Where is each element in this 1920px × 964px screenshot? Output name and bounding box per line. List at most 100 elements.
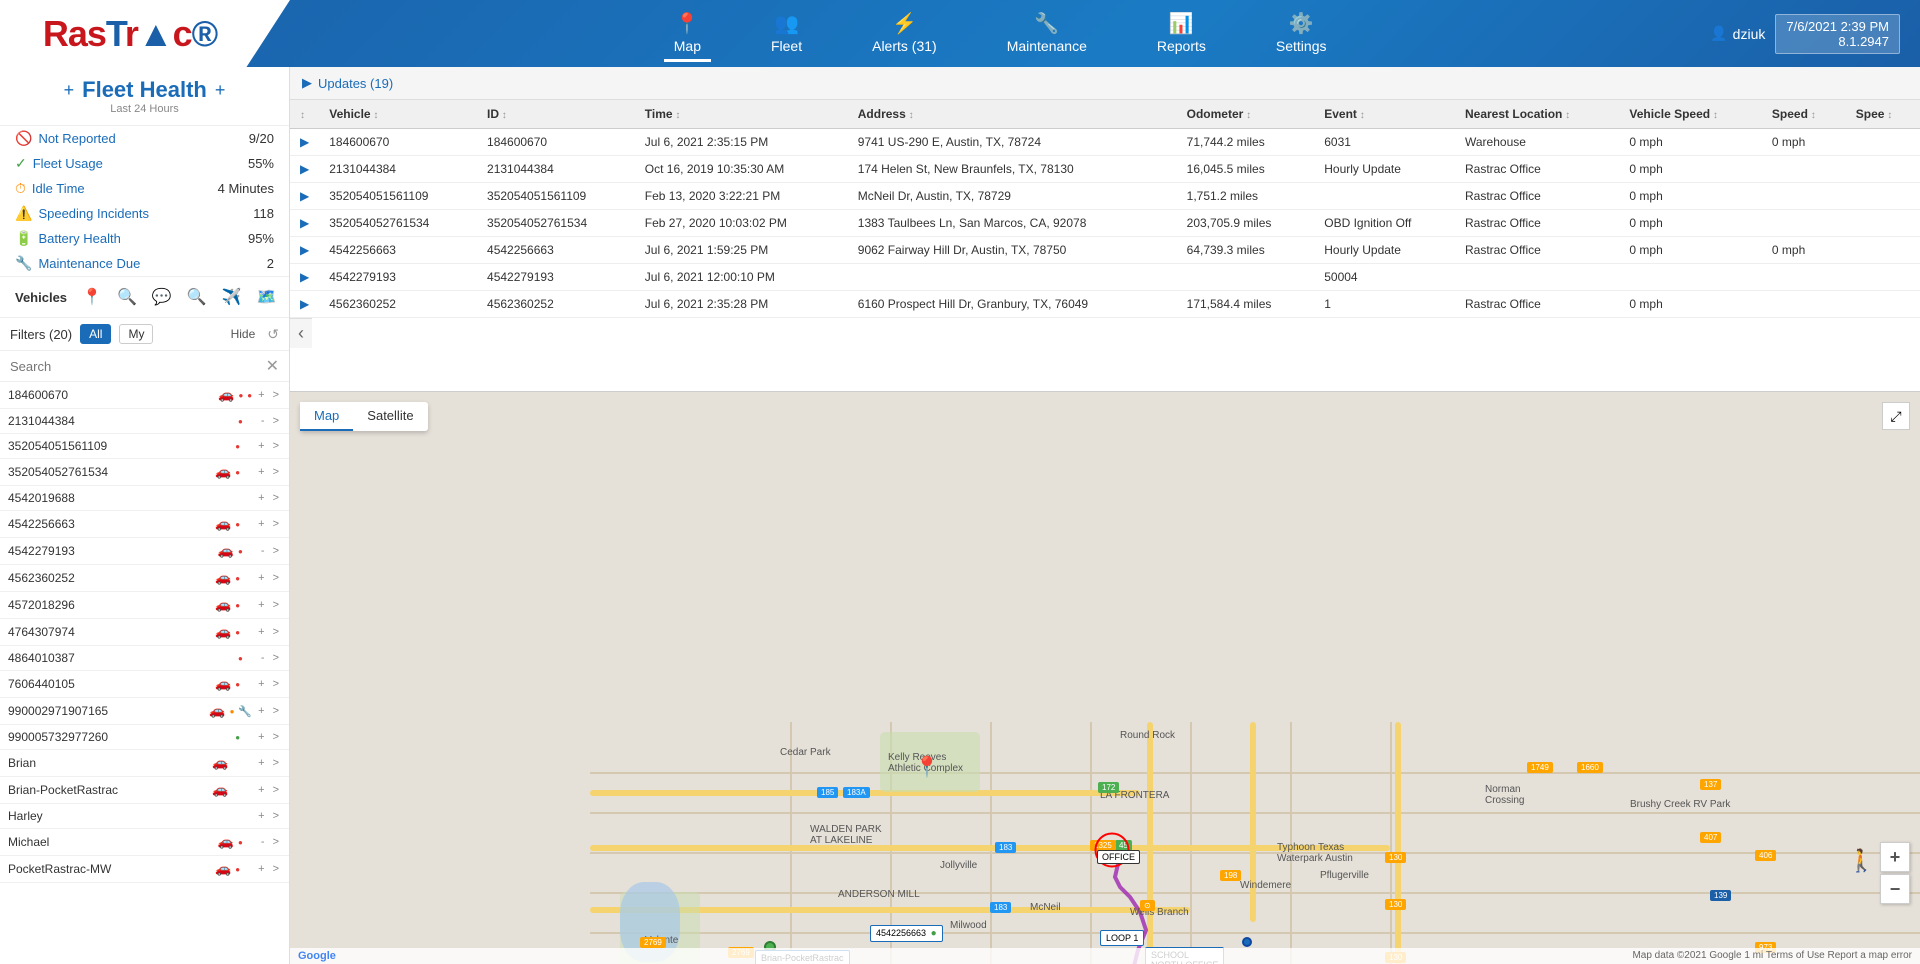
table-row[interactable]: ▶ 2131044384 2131044384 Oct 16, 2019 10:… [290,156,1920,183]
col-nearest[interactable]: Nearest Location [1455,100,1619,129]
hide-btn[interactable]: Hide [231,327,256,341]
fleet-health-plus-left[interactable]: + [64,80,75,101]
logo[interactable]: RasTr▲c® [43,13,217,55]
vehicle-action[interactable]: + [256,705,266,717]
nav-alerts[interactable]: ⚡ Alerts (31) [862,6,947,62]
vehicle-action[interactable]: + [256,518,266,530]
health-row-not-reported[interactable]: 🚫 Not Reported 9/20 [0,126,289,151]
vehicle-action[interactable]: + [256,863,266,875]
col-id[interactable]: ID [477,100,635,129]
updates-table-container[interactable]: Vehicle ID Time Address Odometer Event N… [290,100,1920,390]
table-row[interactable]: ▶ 184600670 184600670 Jul 6, 2021 2:35:1… [290,129,1920,156]
vehicle-item[interactable]: Harley +> [0,804,289,829]
vehicle-action[interactable]: + [256,599,266,611]
vehicle-action[interactable]: > [271,652,281,664]
row-expand-btn[interactable]: ▶ [300,135,309,149]
vehicle-item[interactable]: Brian 🚗 +> [0,750,289,777]
vehicle-action[interactable]: > [271,836,281,848]
vehicle-action[interactable]: > [271,863,281,875]
vehicle-location-icon[interactable]: 📍 [77,285,107,309]
table-row[interactable]: ▶ 4542279193 4542279193 Jul 6, 2021 12:0… [290,264,1920,291]
vehicle-item[interactable]: 4572018296 🚗● +> [0,592,289,619]
filters-refresh-icon[interactable]: ↺ [267,326,279,343]
map-fullscreen-btn[interactable]: ⤢ [1882,402,1910,430]
vehicle-item[interactable]: PocketRastrac-MW 🚗● +> [0,856,289,883]
vehicle-item[interactable]: 4562360252 🚗● +> [0,565,289,592]
vehicle-action[interactable]: > [271,626,281,638]
vehicle-item[interactable]: 4764307974 🚗● +> [0,619,289,646]
nav-fleet[interactable]: 👥 Fleet [761,6,812,62]
health-row-speeding[interactable]: ⚠️ Speeding Incidents 118 [0,201,289,226]
vehicle-action[interactable]: > [271,440,281,452]
vehicle-item[interactable]: 352054052761534 🚗● +> [0,459,289,486]
vehicle-action[interactable]: > [271,810,281,822]
vehicle-item[interactable]: 990005732977260 ● +> [0,725,289,750]
filter-all-btn[interactable]: All [80,324,111,344]
vehicle-message-icon[interactable]: 💬 [147,285,177,309]
vehicle-item[interactable]: 990002971907165 🚗●🔧 +> [0,698,289,725]
vehicle-route-icon[interactable]: ✈️ [217,285,247,309]
table-scroll-left[interactable]: ‹ [290,318,312,348]
table-row[interactable]: ▶ 4562360252 4562360252 Jul 6, 2021 2:35… [290,291,1920,318]
vehicle-item[interactable]: Brian-PocketRastrac 🚗 +> [0,777,289,804]
vehicle-action[interactable]: > [271,757,281,769]
col-address[interactable]: Address [848,100,1177,129]
col-event[interactable]: Event [1314,100,1455,129]
marker-loop1[interactable]: LOOP 1 [1100,930,1144,946]
vehicle-item[interactable]: 184600670 🚗●● +> [0,382,289,409]
vehicle-action[interactable]: + [256,440,266,452]
vehicle-item[interactable]: 2131044384 ● -> [0,409,289,434]
marker-kelly-reeves-pin[interactable]: 📍 [915,755,940,780]
updates-header[interactable]: ▶ Updates (19) [290,67,1920,100]
map-zoom-in[interactable]: + [1880,842,1910,872]
health-row-fleet-usage[interactable]: ✓ Fleet Usage 55% [0,151,289,176]
vehicle-action[interactable]: > [271,599,281,611]
nav-reports[interactable]: 📊 Reports [1147,6,1216,62]
col-vspeed[interactable]: Vehicle Speed [1619,100,1762,129]
vehicle-action[interactable]: + [256,389,266,401]
table-row[interactable]: ▶ 4542256663 4542256663 Jul 6, 2021 1:59… [290,237,1920,264]
vehicle-action[interactable]: - [259,836,267,848]
search-input[interactable] [10,359,261,374]
vehicle-search-icon[interactable]: 🔍 [112,285,142,309]
map-background[interactable]: Cedar Park Round Rock Jollyville McNeil … [290,392,1920,964]
vehicle-action[interactable]: + [256,492,266,504]
row-expand-btn[interactable]: ▶ [300,243,309,257]
vehicle-action[interactable]: > [271,784,281,796]
vehicle-action[interactable]: > [271,545,281,557]
vehicle-map-icon[interactable]: 🗺️ [252,285,282,309]
vehicle-action[interactable]: - [259,545,267,557]
map-tab-map[interactable]: Map [300,402,353,431]
vehicle-action[interactable]: > [271,389,281,401]
row-expand-btn[interactable]: ▶ [300,162,309,176]
vehicle-action[interactable]: > [271,705,281,717]
marker-office-label[interactable]: OFFICE [1097,850,1140,864]
row-expand-btn[interactable]: ▶ [300,297,309,311]
col-speed[interactable]: Speed [1762,100,1846,129]
filter-my-btn[interactable]: My [119,324,153,344]
vehicle-item[interactable]: Michael 🚗● -> [0,829,289,856]
vehicle-action[interactable]: + [256,466,266,478]
user-info[interactable]: 👤 dziuk [1710,25,1765,42]
vehicle-action[interactable]: > [271,466,281,478]
vehicle-item[interactable]: 4864010387 ● -> [0,646,289,671]
vehicle-action[interactable]: + [256,757,266,769]
vehicle-action[interactable]: - [259,415,267,427]
health-row-idle-time[interactable]: ⏱ Idle Time 4 Minutes [0,176,289,201]
col-vehicle[interactable]: Vehicle [319,100,477,129]
vehicle-action[interactable]: > [271,492,281,504]
marker-4542256663[interactable]: 4542256663 ● [870,925,943,942]
vehicle-item[interactable]: 4542279193 🚗● -> [0,538,289,565]
col-speed2[interactable]: Spee [1846,100,1920,129]
vehicle-action[interactable]: > [271,415,281,427]
col-time[interactable]: Time [635,100,848,129]
vehicle-action[interactable]: + [256,572,266,584]
vehicle-item[interactable]: 4542019688 +> [0,486,289,511]
vehicle-action[interactable]: > [271,678,281,690]
nav-map[interactable]: 📍 Map [664,6,711,62]
vehicle-action[interactable]: + [256,784,266,796]
search-clear-icon[interactable]: ✕ [266,356,279,376]
col-expand[interactable] [290,100,319,129]
nav-settings[interactable]: ⚙️ Settings [1266,6,1337,62]
health-row-battery[interactable]: 🔋 Battery Health 95% [0,226,289,251]
